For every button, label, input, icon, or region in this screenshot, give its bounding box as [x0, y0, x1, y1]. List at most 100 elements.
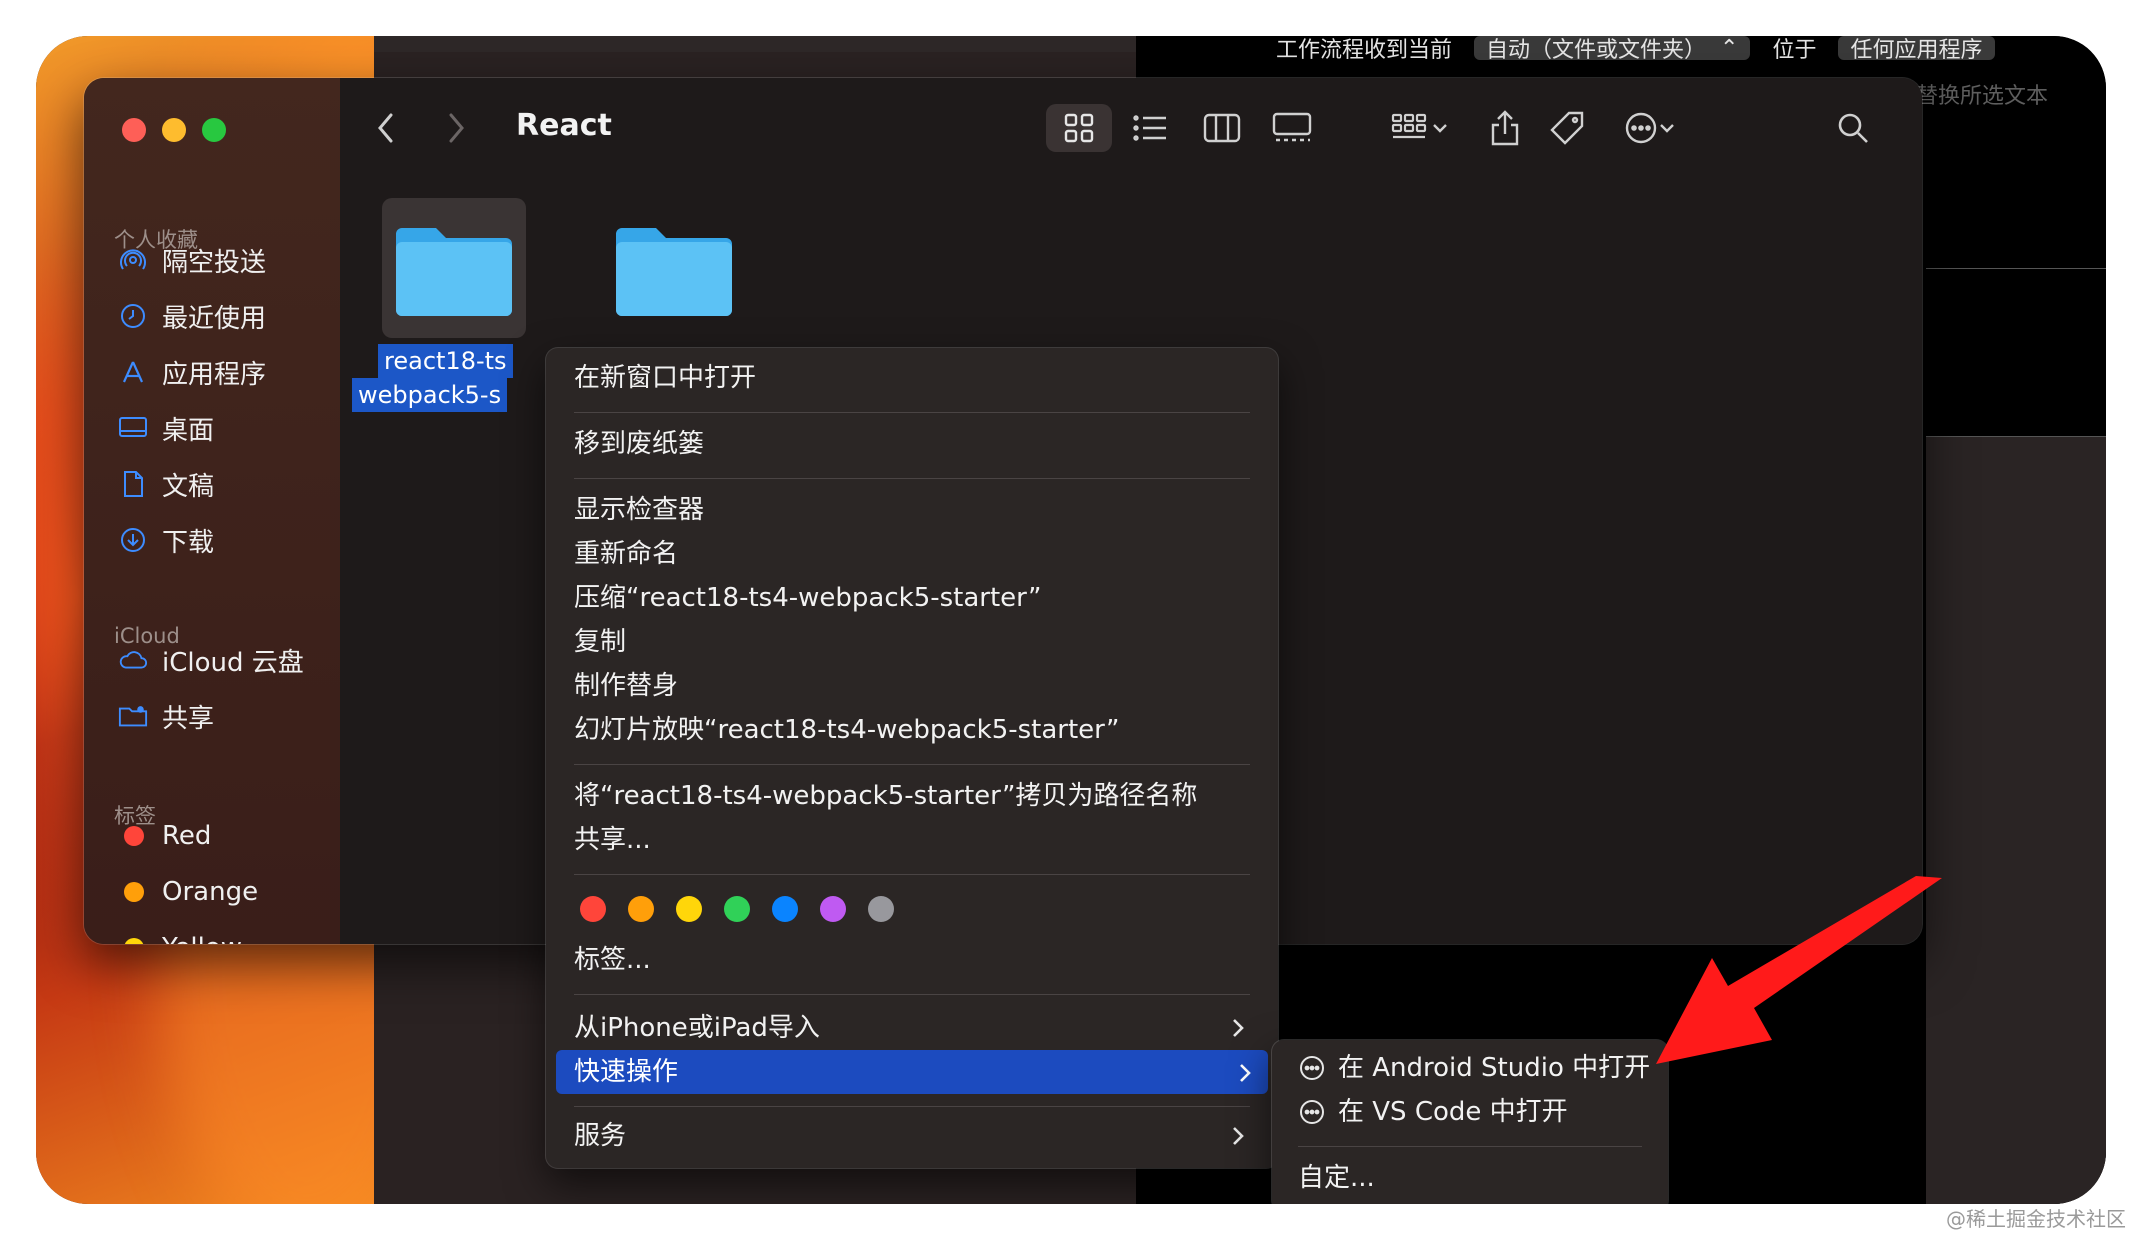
- menu-separator: [574, 994, 1250, 995]
- gallery-icon: [1272, 112, 1312, 142]
- menu-item-label: 快速操作: [574, 1057, 679, 1087]
- list-icon: [1133, 115, 1166, 141]
- menu-separator: [574, 412, 1250, 413]
- menu-item-move-to-trash[interactable]: 移到废纸篓: [574, 424, 704, 464]
- sidebar-item-desktop[interactable]: 桌面: [118, 408, 214, 448]
- tag-icon: [1550, 111, 1584, 145]
- quick-actions-submenu: 在 Android Studio 中打开 在 VS Code 中打开 自定...: [1272, 1040, 1668, 1204]
- location-label: 位于: [1772, 38, 1817, 63]
- icon-view-button[interactable]: [1046, 104, 1112, 152]
- sidebar-item-label: 文稿: [162, 471, 215, 502]
- sidebar-item-label: 下载: [162, 527, 215, 558]
- menu-item-share[interactable]: 共享...: [574, 820, 651, 860]
- menu-item-copy-path[interactable]: 将“react18-ts4-webpack5-starter”拷贝为路径名称: [574, 776, 1197, 816]
- yellow-tag-button[interactable]: [676, 896, 702, 922]
- more-actions-button[interactable]: [1610, 104, 1690, 152]
- replace-text-option[interactable]: 替换所选文本: [1916, 78, 2048, 110]
- workflow-label: 工作流程收到当前: [1276, 38, 1453, 63]
- chevron-right-icon: [1226, 1116, 1250, 1156]
- tag-color-picker: [580, 896, 894, 922]
- folder-icon: [616, 228, 732, 316]
- columns-icon: [1203, 113, 1241, 143]
- app-select[interactable]: 任何应用程序: [1838, 36, 1995, 63]
- back-button[interactable]: [366, 108, 406, 148]
- sidebar-item-icloud-drive[interactable]: iCloud 云盘: [118, 640, 304, 680]
- menu-item-open-new-window[interactable]: 在新窗口中打开: [574, 358, 756, 398]
- sidebar-item-recents[interactable]: 最近使用: [118, 296, 266, 336]
- sidebar-item-airdrop[interactable]: 隔空投送: [118, 240, 266, 280]
- list-view-button[interactable]: [1120, 104, 1180, 152]
- menu-item-rename[interactable]: 重新命名: [574, 534, 678, 574]
- close-button[interactable]: [122, 118, 146, 142]
- sidebar-item-downloads[interactable]: 下载: [118, 520, 214, 560]
- menu-item-slideshow[interactable]: 幻灯片放映“react18-ts4-webpack5-starter”: [574, 710, 1119, 750]
- gray-tag-button[interactable]: [868, 896, 894, 922]
- share-button[interactable]: [1480, 104, 1530, 152]
- menu-item-import-iphone[interactable]: 从iPhone或iPad导入: [574, 1008, 1250, 1048]
- shared-folder-icon: [118, 701, 148, 731]
- gallery-view-button[interactable]: [1262, 104, 1322, 152]
- folder-item-selected[interactable]: react18-ts webpack5-s: [352, 198, 532, 412]
- ellipsis-circle-icon: [1300, 1056, 1324, 1080]
- document-icon: [118, 469, 148, 499]
- folder-icon: [396, 228, 512, 316]
- forward-button[interactable]: [436, 108, 476, 148]
- tags-button[interactable]: [1540, 104, 1594, 152]
- folder-item[interactable]: [602, 198, 752, 338]
- airdrop-icon: [118, 245, 148, 275]
- sidebar-item-tag-orange[interactable]: Orange: [118, 872, 258, 912]
- group-icon: [1391, 113, 1427, 139]
- sidebar-item-label: Red: [162, 821, 212, 851]
- search-button[interactable]: [1828, 104, 1878, 152]
- chevron-right-icon: [1226, 1008, 1250, 1048]
- menu-item-duplicate[interactable]: 复制: [574, 622, 626, 662]
- watermark: @稀土掘金技术社区: [1946, 1207, 2126, 1231]
- yellow-tag-icon: [124, 938, 144, 944]
- menu-item-compress[interactable]: 压缩“react18-ts4-webpack5-starter”: [574, 578, 1041, 618]
- column-view-button[interactable]: [1192, 104, 1252, 152]
- sidebar-item-shared[interactable]: 共享: [118, 696, 214, 736]
- orange-tag-icon: [124, 882, 144, 902]
- cloud-icon: [118, 645, 148, 675]
- input-type-select[interactable]: 自动（文件或文件夹） ⌃: [1474, 36, 1751, 63]
- menu-item-label: 服务: [574, 1121, 627, 1151]
- minimize-button[interactable]: [162, 118, 186, 142]
- red-tag-button[interactable]: [580, 896, 606, 922]
- sidebar-item-documents[interactable]: 文稿: [118, 464, 214, 504]
- ellipsis-circle-icon: [1300, 1100, 1324, 1124]
- sidebar-item-label: 最近使用: [162, 303, 267, 334]
- menu-item-tags[interactable]: 标签...: [574, 940, 651, 980]
- chevron-down-icon: [1660, 124, 1674, 133]
- folder-label-line2: webpack5-s: [352, 378, 508, 412]
- blue-tag-button[interactable]: [772, 896, 798, 922]
- sidebar-item-tag-red[interactable]: Red: [118, 816, 211, 856]
- red-tag-icon: [124, 826, 144, 846]
- menu-separator: [574, 478, 1250, 479]
- menu-item-quick-actions[interactable]: 快速操作: [556, 1050, 1268, 1094]
- sidebar-item-label: iCloud 云盘: [162, 647, 304, 678]
- menu-item-make-alias[interactable]: 制作替身: [574, 666, 678, 706]
- annotation-arrow: [1656, 876, 1942, 1064]
- sidebar-item-label: Orange: [162, 877, 259, 907]
- green-tag-button[interactable]: [724, 896, 750, 922]
- submenu-item-vscode[interactable]: 在 VS Code 中打开: [1298, 1092, 1568, 1132]
- desktop-icon: [118, 413, 148, 443]
- menu-item-services[interactable]: 服务: [574, 1116, 626, 1156]
- menu-item-label: 从iPhone或iPad导入: [574, 1013, 820, 1043]
- chevron-down-icon: [1433, 124, 1447, 133]
- group-by-button[interactable]: [1380, 104, 1460, 152]
- menu-item-show-inspector[interactable]: 显示检查器: [574, 490, 704, 530]
- orange-tag-button[interactable]: [628, 896, 654, 922]
- sidebar-item-tag-yellow[interactable]: Yellow: [118, 928, 242, 944]
- submenu-item-label: 自定...: [1298, 1163, 1375, 1193]
- applications-icon: [118, 357, 148, 387]
- menu-separator: [574, 764, 1250, 765]
- zoom-button[interactable]: [202, 118, 226, 142]
- submenu-item-customize[interactable]: 自定...: [1298, 1158, 1375, 1198]
- search-icon: [1838, 113, 1868, 143]
- folder-thumbnail: [602, 198, 746, 338]
- sidebar-item-applications[interactable]: 应用程序: [118, 352, 266, 392]
- purple-tag-button[interactable]: [820, 896, 846, 922]
- submenu-item-android-studio[interactable]: 在 Android Studio 中打开: [1298, 1048, 1650, 1088]
- sidebar-item-label: 共享: [162, 703, 215, 734]
